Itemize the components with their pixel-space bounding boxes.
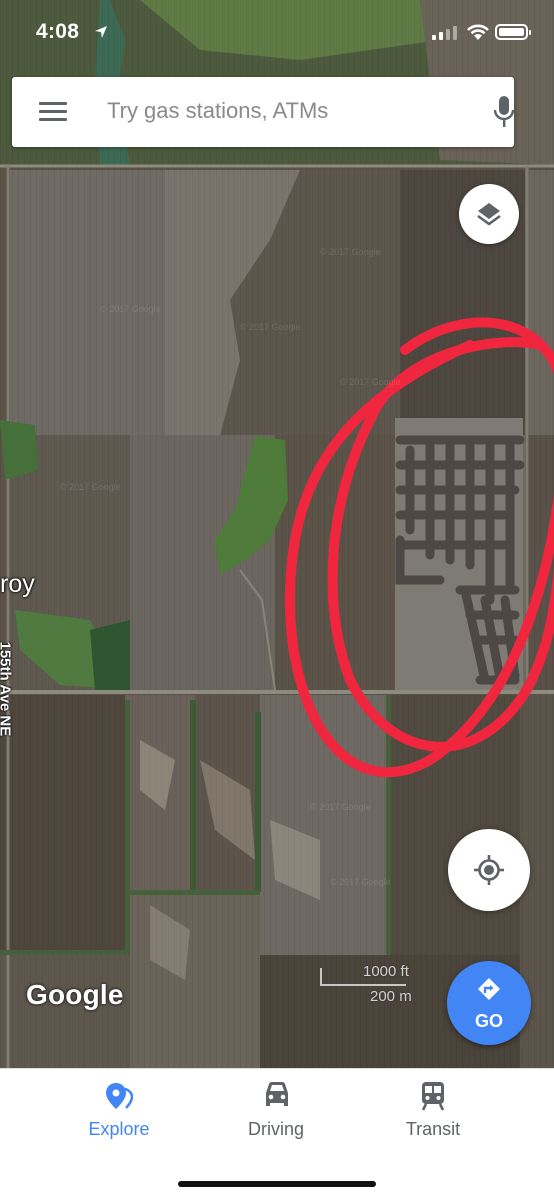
my-location-button[interactable] bbox=[448, 829, 530, 911]
menu-icon[interactable] bbox=[39, 100, 67, 124]
satellite-map[interactable]: © 2017 Google © 2017 Google © 2017 Googl… bbox=[0, 0, 554, 1068]
wifi-icon bbox=[467, 24, 489, 40]
svg-text:© 2017 Google: © 2017 Google bbox=[340, 377, 401, 387]
scale-metric: 200 m bbox=[370, 988, 412, 1005]
crosshair-location-icon bbox=[474, 855, 504, 885]
svg-text:© 2017 Google: © 2017 Google bbox=[240, 322, 301, 332]
search-input[interactable]: Try gas stations, ATMs bbox=[107, 98, 328, 124]
svg-text:© 2017 Google: © 2017 Google bbox=[100, 304, 161, 314]
svg-text:© 2017 Google: © 2017 Google bbox=[310, 802, 371, 812]
location-arrow-icon bbox=[95, 26, 107, 38]
layers-icon bbox=[477, 203, 501, 226]
google-logo: Google bbox=[26, 979, 124, 1010]
directions-go-button[interactable]: GO bbox=[447, 961, 531, 1045]
satellite-imagery: © 2017 Google © 2017 Google © 2017 Googl… bbox=[0, 0, 554, 1068]
svg-text:© 2017 Google: © 2017 Google bbox=[330, 877, 391, 887]
car-icon bbox=[266, 1082, 288, 1106]
train-icon bbox=[421, 1082, 445, 1111]
place-label: roy bbox=[0, 570, 35, 598]
map-layers-button[interactable] bbox=[459, 184, 519, 244]
map-scale: 1000 ft 200 m bbox=[318, 962, 428, 1005]
search-bar[interactable]: Try gas stations, ATMs bbox=[12, 77, 514, 147]
tab-transit[interactable]: Transit bbox=[341, 1069, 525, 1169]
cellular-signal-icon bbox=[432, 26, 457, 40]
svg-text:© 2017 Google: © 2017 Google bbox=[60, 482, 121, 492]
status-time: 4:08 bbox=[36, 20, 80, 43]
tab-transit-label: Transit bbox=[405, 1119, 461, 1139]
go-label: GO bbox=[474, 1011, 503, 1031]
status-bar: 4:08 bbox=[0, 0, 554, 66]
home-indicator[interactable] bbox=[178, 1181, 376, 1187]
street-label: 155th Ave NE bbox=[0, 641, 14, 737]
svg-text:© 2017 Google: © 2017 Google bbox=[320, 247, 381, 257]
explore-pin-icon bbox=[106, 1083, 133, 1109]
directions-icon bbox=[478, 978, 500, 1000]
battery-icon bbox=[495, 24, 531, 40]
microphone-icon[interactable] bbox=[494, 96, 514, 128]
scale-imperial: 1000 ft bbox=[363, 963, 409, 980]
